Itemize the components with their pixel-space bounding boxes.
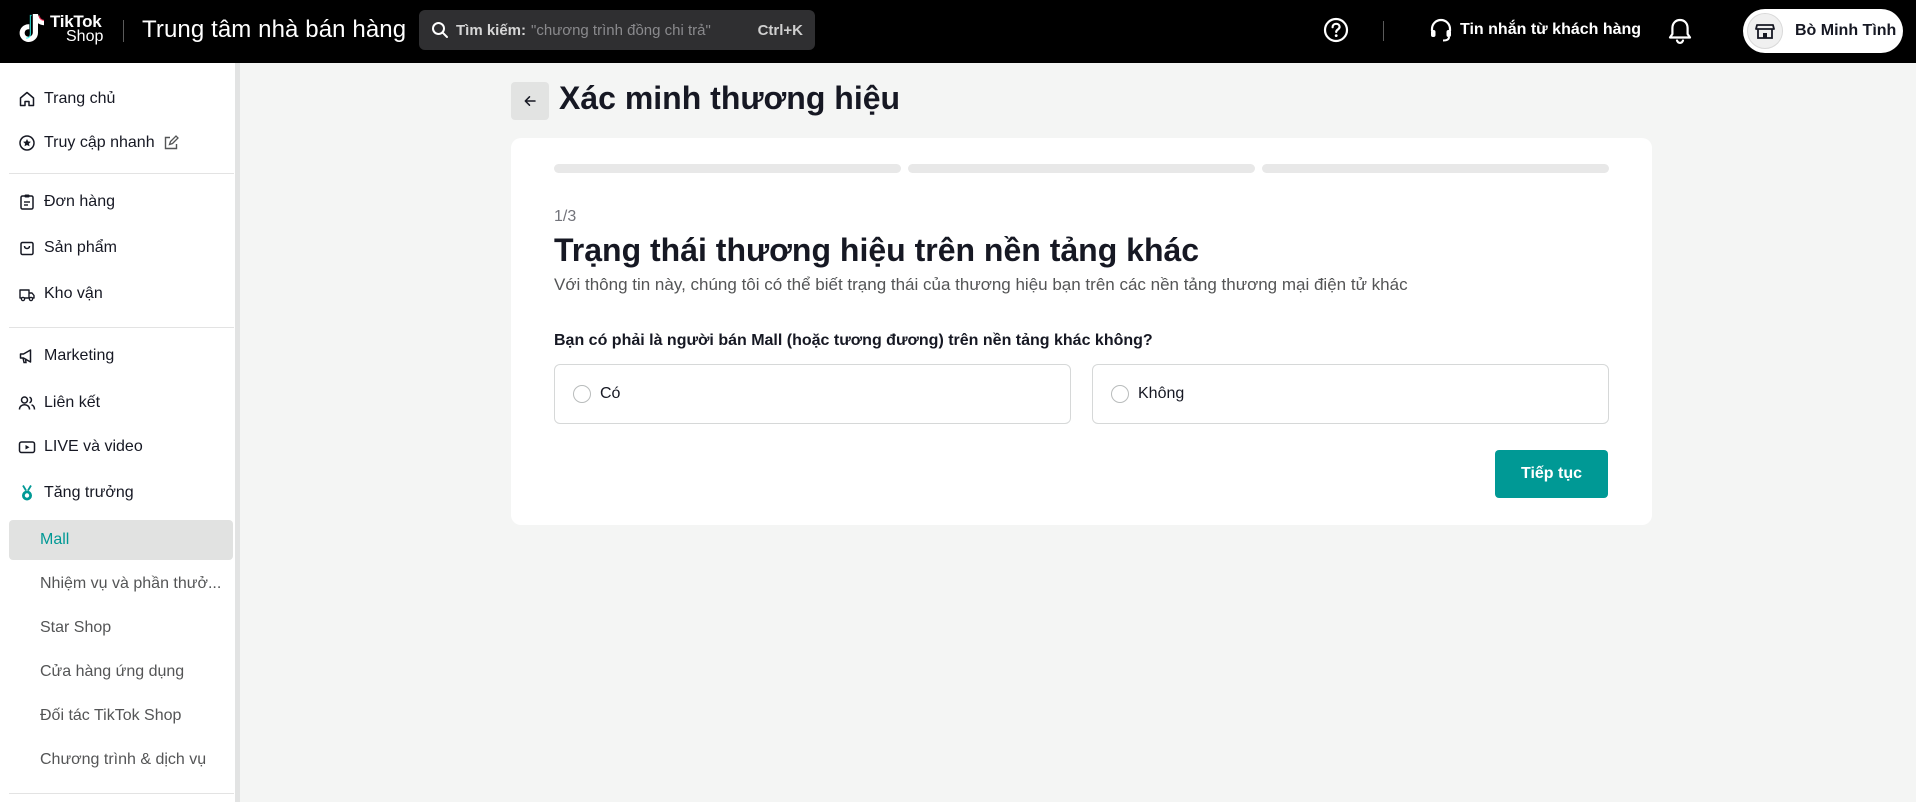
bell-icon[interactable] bbox=[1666, 16, 1694, 46]
sidebar-item-label: Tăng trưởng bbox=[44, 484, 134, 501]
sidebar-item-live-video[interactable]: LIVE và video bbox=[18, 433, 143, 461]
star-circle-icon bbox=[19, 135, 35, 151]
sidebar-item-quick-access[interactable]: Truy cập nhanh bbox=[18, 129, 179, 157]
sidebar-subitem-mall[interactable]: Mall bbox=[40, 526, 69, 554]
back-button[interactable] bbox=[511, 82, 549, 120]
sidebar-item-products[interactable]: Sản phẩm bbox=[18, 234, 117, 262]
sidebar-item-label: Đơn hàng bbox=[44, 193, 115, 210]
top-bar: TikTok Shop Trung tâm nhà bán hàng Tìm k… bbox=[0, 0, 1916, 63]
sidebar-subitem-star-shop[interactable]: Star Shop bbox=[40, 614, 111, 642]
option-yes-label: Có bbox=[600, 385, 621, 402]
help-icon[interactable] bbox=[1322, 16, 1350, 44]
edit-icon[interactable] bbox=[163, 135, 179, 151]
tiktok-logo-icon bbox=[19, 14, 45, 42]
card-subtitle: Với thông tin này, chúng tôi có thể biết… bbox=[554, 275, 1408, 294]
sidebar: Trang chủ Truy cập nhanh Đơn hàng Sản ph… bbox=[0, 63, 240, 802]
option-yes[interactable]: Có bbox=[554, 364, 1071, 424]
brand-verification-card: 1/3 Trạng thái thương hiệu trên nền tảng… bbox=[511, 138, 1652, 525]
truck-icon bbox=[19, 289, 35, 302]
page-title: Xác minh thương hiệu bbox=[559, 80, 901, 116]
arrow-left-icon bbox=[524, 96, 536, 106]
sidebar-item-label: Trang chủ bbox=[44, 90, 116, 107]
sidebar-subitem-app-store[interactable]: Cửa hàng ứng dụng bbox=[40, 658, 184, 686]
video-icon bbox=[18, 441, 36, 454]
customer-messages-button[interactable]: Tin nhắn từ khách hàng bbox=[1428, 17, 1641, 43]
radio-no[interactable] bbox=[1111, 385, 1129, 403]
search-shortcut: Ctrl+K bbox=[757, 21, 803, 39]
option-no-label: Không bbox=[1138, 385, 1185, 402]
header-divider bbox=[123, 20, 124, 42]
sidebar-item-orders[interactable]: Đơn hàng bbox=[18, 188, 115, 216]
user-name: Bò Minh Tình bbox=[1795, 22, 1897, 39]
sidebar-divider bbox=[9, 173, 234, 174]
clipboard-icon bbox=[20, 194, 34, 210]
search-input[interactable]: Tìm kiếm: "chương trình đồng chi trả" Ct… bbox=[419, 10, 815, 50]
logo-text: TikTok Shop bbox=[50, 13, 103, 45]
tiktok-shop-logo[interactable]: TikTok Shop bbox=[16, 11, 103, 47]
sidebar-item-label: Sản phẩm bbox=[44, 239, 117, 256]
continue-button[interactable]: Tiếp tục bbox=[1495, 450, 1608, 498]
sidebar-divider bbox=[9, 793, 234, 794]
sidebar-item-label: LIVE và video bbox=[44, 438, 143, 455]
sidebar-item-affiliate[interactable]: Liên kết bbox=[18, 389, 100, 417]
sidebar-divider bbox=[9, 327, 234, 328]
search-placeholder: "chương trình đồng chi trả" bbox=[531, 21, 711, 39]
progress-step-3 bbox=[1262, 164, 1609, 173]
sidebar-subitem-programs-services[interactable]: Chương trình & dịch vụ bbox=[40, 746, 206, 774]
store-icon bbox=[1755, 24, 1775, 39]
option-no[interactable]: Không bbox=[1092, 364, 1609, 424]
sidebar-item-label: Truy cập nhanh bbox=[44, 134, 155, 151]
sidebar-scrollbar[interactable] bbox=[235, 63, 240, 802]
question-label: Bạn có phải là người bán Mall (hoặc tươn… bbox=[554, 332, 1153, 349]
customer-messages-label: Tin nhắn từ khách hàng bbox=[1460, 21, 1642, 38]
card-title: Trạng thái thương hiệu trên nền tảng khá… bbox=[554, 232, 1200, 268]
sidebar-item-label: Marketing bbox=[44, 347, 115, 364]
sidebar-item-marketing[interactable]: Marketing bbox=[18, 342, 114, 370]
radio-yes[interactable] bbox=[573, 385, 591, 403]
headset-icon bbox=[1430, 18, 1452, 42]
sidebar-item-growth[interactable]: Tăng trưởng bbox=[18, 479, 134, 507]
bag-icon bbox=[20, 241, 34, 256]
progress-step-1 bbox=[554, 164, 901, 173]
step-indicator: 1/3 bbox=[554, 208, 577, 225]
home-icon bbox=[19, 91, 35, 107]
people-icon bbox=[18, 396, 36, 410]
sidebar-subitem-missions-rewards[interactable]: Nhiệm vụ và phần thưở... bbox=[40, 570, 221, 598]
progress-step-2 bbox=[908, 164, 1255, 173]
search-icon bbox=[432, 22, 448, 38]
search-label: Tìm kiếm: bbox=[456, 21, 527, 39]
medal-icon bbox=[22, 485, 32, 501]
user-menu[interactable]: Bò Minh Tình bbox=[1743, 9, 1903, 53]
avatar bbox=[1747, 13, 1783, 49]
sidebar-item-home[interactable]: Trang chủ bbox=[18, 85, 115, 113]
sidebar-item-logistics[interactable]: Kho vận bbox=[18, 280, 103, 308]
megaphone-icon bbox=[19, 349, 32, 364]
app-title: Trung tâm nhà bán hàng bbox=[142, 16, 407, 43]
header-divider-2 bbox=[1383, 21, 1384, 41]
sidebar-item-label: Liên kết bbox=[44, 394, 101, 411]
sidebar-subitem-partners[interactable]: Đối tác TikTok Shop bbox=[40, 702, 181, 730]
sidebar-item-label: Kho vận bbox=[44, 285, 103, 302]
